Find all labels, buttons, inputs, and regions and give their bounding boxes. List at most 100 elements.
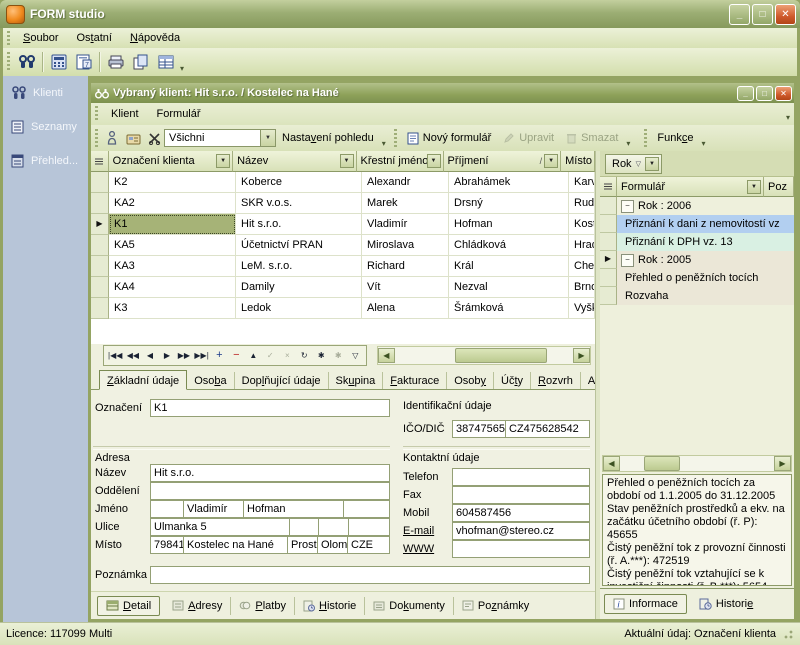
telefon-field[interactable] [452, 468, 590, 486]
view-settings-button[interactable]: Nastavení pohledu [276, 130, 380, 146]
scroll-right-icon[interactable]: ▶ [774, 456, 791, 471]
tab-ucty[interactable]: Účty [494, 372, 531, 389]
chevron-down-icon[interactable] [340, 154, 354, 168]
tab-platby[interactable]: Platby [231, 597, 295, 615]
tab-informace[interactable]: i Informace [604, 594, 687, 614]
nazev-field[interactable]: Hit s.r.o. [150, 464, 390, 482]
sidebar-item-klienti[interactable]: Klienti [3, 76, 88, 110]
menu-napoveda[interactable]: Nápověda [121, 30, 189, 46]
tab-rozvrh[interactable]: Rozvrh [531, 372, 581, 389]
grid-horizontal-scrollbar[interactable]: ◀ ▶ [377, 346, 591, 365]
column-header-krestni-jmeno[interactable]: Křestní jméno [357, 151, 444, 172]
forms-horizontal-scrollbar[interactable]: ◀ ▶ [602, 455, 792, 472]
menu-formular[interactable]: Formulář [148, 106, 210, 122]
surname-field[interactable]: Hofman [244, 500, 344, 518]
tab-historie[interactable]: Historie [295, 597, 365, 615]
grid-corner-icon[interactable] [600, 177, 617, 197]
last-record-button[interactable]: ▶▶| [192, 347, 210, 364]
tab-osoba[interactable]: Osoba [187, 372, 234, 389]
filter-icon[interactable]: ▽ [347, 347, 364, 364]
close-button[interactable]: ✕ [775, 4, 796, 25]
functions-button[interactable]: Funkce [651, 130, 699, 146]
first-record-button[interactable]: |◀◀ [106, 347, 124, 364]
toolbar-grip[interactable] [394, 129, 397, 147]
toolbar-overflow-icon[interactable]: ▾ [180, 64, 184, 76]
first-name-field[interactable]: Vladimír [184, 500, 244, 518]
sidebar-item-prehled[interactable]: Přehled... [3, 144, 88, 178]
poznamka-field[interactable] [150, 566, 590, 584]
table-row[interactable]: KA3LeM. s.r.o.RichardKrálCheb [91, 256, 595, 277]
tree-group-row[interactable]: ▶ −Rok : 2005 [600, 251, 794, 269]
bookmark-button[interactable]: ✱ [313, 347, 330, 364]
dic-field[interactable]: CZ475628542 [506, 420, 590, 438]
reports-icon[interactable] [153, 51, 178, 74]
prior-page-button[interactable]: ◀◀ [124, 347, 141, 364]
delete-record-button[interactable]: − [228, 347, 245, 364]
client-window-title-bar[interactable]: Vybraný klient: Hit s.r.o. / Kostelec na… [91, 83, 794, 103]
table-row[interactable]: K2KoberceAlexandrAbrahámekKarv [91, 172, 595, 193]
copy-icon[interactable] [128, 51, 153, 74]
email-link-label[interactable]: E-mail [403, 525, 434, 537]
print-icon[interactable] [103, 51, 128, 74]
chevron-down-icon[interactable] [747, 180, 761, 194]
toolbar-grip[interactable] [644, 129, 647, 147]
tab-historie-info[interactable]: Historie [691, 595, 761, 613]
tab-dokumenty[interactable]: Dokumenty [365, 597, 454, 615]
table-row[interactable]: KA5Účetnictví PRANMiroslavaChládkováHrad [91, 235, 595, 256]
tab-adresy[interactable]: Adresy [164, 597, 231, 615]
prior-record-button[interactable]: ◀ [141, 347, 158, 364]
tree-item-row[interactable]: Přiznání k DPH vz. 13 [600, 233, 794, 251]
ico-field[interactable]: 38747565 [452, 420, 506, 438]
table-row[interactable]: KA4DamilyVítNezvalBrno [91, 277, 595, 298]
tree-group-row[interactable]: −Rok : 2006 [600, 197, 794, 215]
client-filter-combobox[interactable]: Všichni [164, 129, 276, 147]
column-header-poz[interactable]: Poz [764, 177, 794, 197]
tab-poznamky[interactable]: Poznámky [454, 597, 537, 615]
chevron-down-icon[interactable] [260, 130, 275, 146]
column-header-misto[interactable]: Místo [561, 151, 595, 172]
region-field[interactable]: Olom [318, 536, 348, 554]
maximize-button[interactable]: □ [756, 86, 773, 101]
fax-field[interactable] [452, 486, 590, 504]
column-header-oznaceni[interactable]: Označení klienta [109, 151, 233, 172]
title-field[interactable] [150, 500, 184, 518]
street-field[interactable]: Ulmanka 5 [150, 518, 290, 536]
sidebar-item-seznamy[interactable]: Seznamy [3, 110, 88, 144]
table-row-selected[interactable]: ▶ K1Hit s.r.o.VladimírHofmanKost [91, 214, 595, 235]
zip-field[interactable]: 79841 [150, 536, 184, 554]
mobil-field[interactable]: 604587456 [452, 504, 590, 522]
tab-doplnujici-udaje[interactable]: Doplňující údaje [235, 372, 329, 389]
card-icon[interactable] [122, 127, 144, 150]
scroll-left-icon[interactable]: ◀ [603, 456, 620, 471]
forms-icon[interactable]: 7 [71, 51, 96, 74]
menu-ostatni[interactable]: Ostatní [67, 30, 120, 46]
cut-icon[interactable] [144, 127, 164, 150]
minimize-button[interactable]: _ [729, 4, 750, 25]
next-page-button[interactable]: ▶▶ [175, 347, 192, 364]
toolbar-grip[interactable] [7, 31, 10, 45]
chevron-down-icon[interactable] [216, 154, 230, 168]
edit-record-button[interactable]: ▲ [245, 347, 262, 364]
column-header-prijmeni[interactable]: Příjmení/ [444, 151, 562, 172]
toolbar-grip[interactable] [95, 106, 98, 121]
scrollbar-thumb[interactable] [644, 456, 680, 471]
grid-corner-icon[interactable] [91, 151, 109, 172]
column-header-nazev[interactable]: Název [233, 151, 356, 172]
district-field[interactable]: Prost [288, 536, 318, 554]
city-field[interactable]: Kostelec na Hané [184, 536, 288, 554]
tree-item-row[interactable]: Rozvaha [600, 287, 794, 305]
title-bar[interactable]: FORM studio _ □ ✕ [0, 0, 800, 28]
www-link-label[interactable]: WWW [403, 543, 434, 555]
table-row[interactable]: K3LedokAlenaŠrámkováVyšk [91, 298, 595, 319]
collapse-icon[interactable]: − [621, 200, 634, 213]
toolbar-grip[interactable] [7, 52, 10, 72]
tab-detail[interactable]: Detail [97, 596, 160, 616]
section-overflow-icon[interactable]: ▾ [382, 139, 386, 151]
oznaceni-field[interactable]: K1 [150, 399, 390, 417]
collapse-icon[interactable]: − [621, 254, 634, 267]
suffix-field[interactable] [344, 500, 390, 518]
toolbar-grip[interactable] [95, 129, 98, 147]
menu-soubor[interactable]: Soubor [14, 30, 67, 46]
new-form-button[interactable]: Nový formulář [401, 130, 497, 147]
chevron-down-icon[interactable] [645, 157, 659, 171]
